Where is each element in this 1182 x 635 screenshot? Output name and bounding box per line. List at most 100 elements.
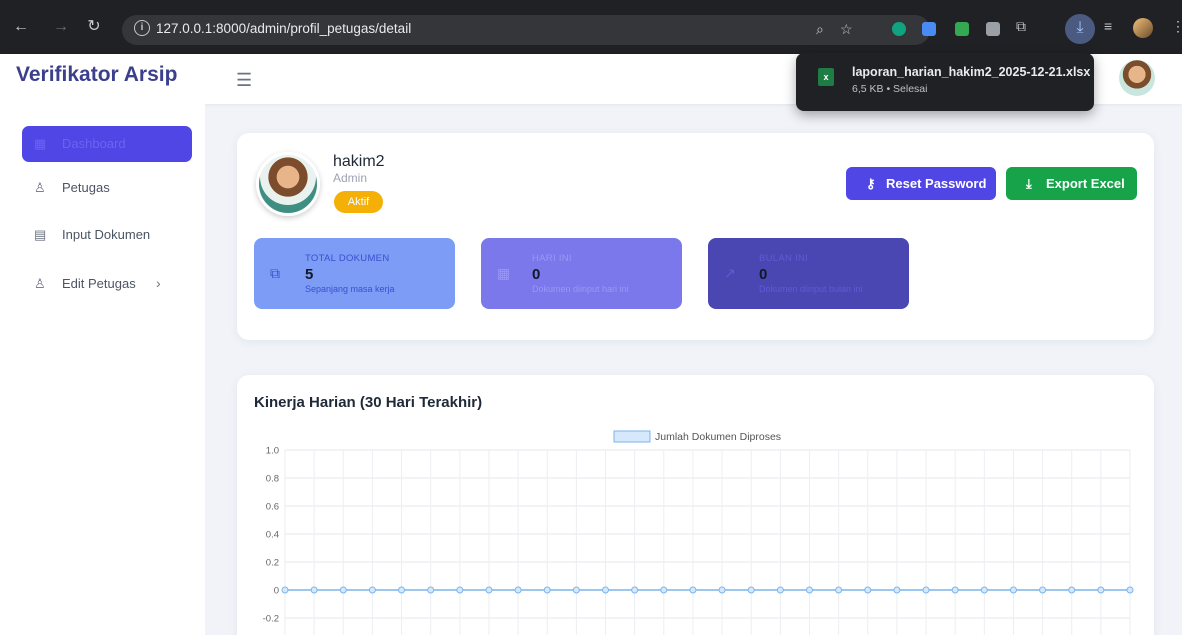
sidebar-item-label: Petugas bbox=[62, 180, 110, 195]
line-chart: Jumlah Dokumen Diproses 1.0 0.8 0.6 0.4 0.2 0… bbox=[263, 430, 1134, 635]
user-icon: ♙ bbox=[34, 276, 46, 291]
stat-card-month: ↗ BULAN INI 0 Dokumen diinput bulan ini bbox=[708, 238, 909, 309]
download-icon[interactable]: ⤓ bbox=[1065, 14, 1095, 44]
copy-icon: ⧉ bbox=[270, 265, 280, 281]
profile-name: hakim2 bbox=[333, 153, 385, 170]
data-point[interactable] bbox=[602, 586, 610, 594]
calendar-icon: ▦ bbox=[497, 265, 511, 281]
data-point[interactable] bbox=[747, 586, 755, 594]
reading-list-icon[interactable]: ≡ bbox=[1104, 18, 1112, 34]
sidebar: ▦ Dashboard ♙ Petugas ▤ Input Dokumen ♙ … bbox=[0, 104, 205, 635]
data-point[interactable] bbox=[310, 586, 318, 594]
stat-label: BULAN INI bbox=[759, 253, 809, 264]
data-point[interactable] bbox=[631, 586, 639, 594]
legend-swatch[interactable] bbox=[613, 430, 651, 443]
export-excel-label: Export Excel bbox=[1046, 176, 1125, 191]
legend-label[interactable]: Jumlah Dokumen Diproses bbox=[655, 431, 781, 443]
browser-toolbar: ← → ↻ i 127.0.0.1:8000/admin/profil_petu… bbox=[0, 0, 1182, 54]
data-point[interactable] bbox=[835, 586, 843, 594]
data-point[interactable] bbox=[922, 586, 930, 594]
data-point[interactable] bbox=[543, 586, 551, 594]
excel-file-icon: x bbox=[818, 68, 834, 86]
key-icon: ⚷ bbox=[866, 176, 876, 191]
stat-card-total: ⧉ TOTAL DOKUMEN 5 Sepanjang masa kerja bbox=[254, 238, 455, 309]
user-icon: ♙ bbox=[34, 180, 46, 195]
brand-title[interactable]: Verifikator Arsip bbox=[16, 63, 177, 87]
data-point[interactable] bbox=[951, 586, 959, 594]
data-point[interactable] bbox=[776, 586, 784, 594]
y-tick-label: 0.8 bbox=[266, 474, 279, 485]
data-point[interactable] bbox=[398, 586, 406, 594]
menu-dots-icon[interactable]: ⋮ bbox=[1171, 18, 1182, 35]
data-point[interactable] bbox=[1097, 586, 1105, 594]
stat-value: 0 bbox=[759, 266, 768, 283]
extension-icon[interactable] bbox=[892, 22, 906, 36]
status-badge: Aktif bbox=[334, 191, 383, 213]
data-point[interactable] bbox=[572, 586, 580, 594]
sidebar-item-label: Dashboard bbox=[62, 136, 126, 151]
sidebar-item-input-dokumen[interactable]: ▤ Input Dokumen bbox=[22, 217, 192, 253]
data-point[interactable] bbox=[514, 586, 522, 594]
download-bubble[interactable]: x laporan_harian_hakim2_2025-12-21.xlsx … bbox=[796, 53, 1094, 111]
data-point[interactable] bbox=[456, 586, 464, 594]
avatar[interactable] bbox=[1119, 60, 1155, 96]
stat-label: HARI INI bbox=[532, 253, 572, 264]
extension-icon[interactable] bbox=[922, 22, 936, 36]
y-tick-label: 0.2 bbox=[266, 558, 279, 569]
data-point[interactable] bbox=[339, 586, 347, 594]
y-tick-label: 0 bbox=[274, 586, 279, 597]
data-point[interactable] bbox=[1068, 586, 1076, 594]
stat-label: TOTAL DOKUMEN bbox=[305, 253, 390, 264]
avatar bbox=[256, 152, 320, 216]
y-tick-label: 0.4 bbox=[266, 530, 279, 541]
sidebar-item-label: Edit Petugas bbox=[62, 276, 136, 291]
export-excel-button[interactable]: ⤓ Export Excel bbox=[1006, 167, 1137, 200]
reset-password-label: Reset Password bbox=[886, 176, 987, 191]
data-point[interactable] bbox=[893, 586, 901, 594]
puzzle-icon[interactable]: ⧉ bbox=[1016, 18, 1026, 35]
data-point[interactable] bbox=[281, 586, 289, 594]
extension-icon[interactable] bbox=[955, 22, 969, 36]
sidebar-item-dashboard[interactable]: ▦ Dashboard bbox=[22, 126, 192, 162]
stat-sub: Dokumen diinput hari ini bbox=[532, 284, 629, 294]
download-filename[interactable]: laporan_harian_hakim2_2025-12-21.xlsx bbox=[852, 65, 1090, 79]
sidebar-item-petugas[interactable]: ♙ Petugas bbox=[22, 170, 192, 206]
address-bar[interactable]: i 127.0.0.1:8000/admin/profil_petugas/de… bbox=[122, 15, 930, 45]
data-point[interactable] bbox=[980, 586, 988, 594]
data-point[interactable] bbox=[368, 586, 376, 594]
chart-line-icon: ↗ bbox=[724, 265, 736, 281]
y-tick-label: 0.6 bbox=[266, 502, 279, 513]
stat-sub: Dokumen diinput bulan ini bbox=[759, 284, 863, 294]
back-arrow-icon[interactable]: ← bbox=[10, 14, 32, 40]
stat-sub: Sepanjang masa kerja bbox=[305, 284, 395, 294]
y-tick-label: 1.0 bbox=[266, 446, 279, 457]
chevron-right-icon: › bbox=[156, 275, 161, 291]
data-point[interactable] bbox=[864, 586, 872, 594]
hamburger-menu-icon[interactable]: ☰ bbox=[236, 70, 252, 91]
data-point[interactable] bbox=[1009, 586, 1017, 594]
zoom-icon[interactable]: ⌕ bbox=[816, 21, 824, 38]
dashboard-icon: ▦ bbox=[34, 136, 47, 151]
forward-arrow-icon[interactable]: → bbox=[50, 14, 72, 40]
extension-icon[interactable] bbox=[986, 22, 1000, 36]
data-point[interactable] bbox=[1126, 586, 1134, 594]
download-icon: ⤓ bbox=[1026, 176, 1032, 191]
bookmark-star-icon[interactable]: ☆ bbox=[840, 21, 853, 38]
stat-value: 0 bbox=[532, 266, 541, 283]
reset-password-button[interactable]: ⚷ Reset Password bbox=[846, 167, 996, 200]
site-info-icon[interactable]: i bbox=[134, 20, 150, 36]
data-point[interactable] bbox=[427, 586, 435, 594]
stat-card-today: ▦ HARI INI 0 Dokumen diinput hari ini bbox=[481, 238, 682, 309]
data-point[interactable] bbox=[1039, 586, 1047, 594]
document-icon: ▤ bbox=[34, 227, 47, 242]
data-point[interactable] bbox=[660, 586, 668, 594]
sidebar-item-edit-petugas[interactable]: ♙ Edit Petugas › bbox=[22, 266, 192, 302]
chart-card: Kinerja Harian (30 Hari Terakhir) Jumlah… bbox=[237, 375, 1154, 635]
reload-icon[interactable]: ↻ bbox=[83, 14, 105, 40]
profile-role: Admin bbox=[333, 171, 368, 185]
data-point[interactable] bbox=[805, 586, 813, 594]
browser-profile-icon[interactable] bbox=[1133, 18, 1153, 38]
data-point[interactable] bbox=[689, 586, 697, 594]
data-point[interactable] bbox=[718, 586, 726, 594]
data-point[interactable] bbox=[485, 586, 493, 594]
